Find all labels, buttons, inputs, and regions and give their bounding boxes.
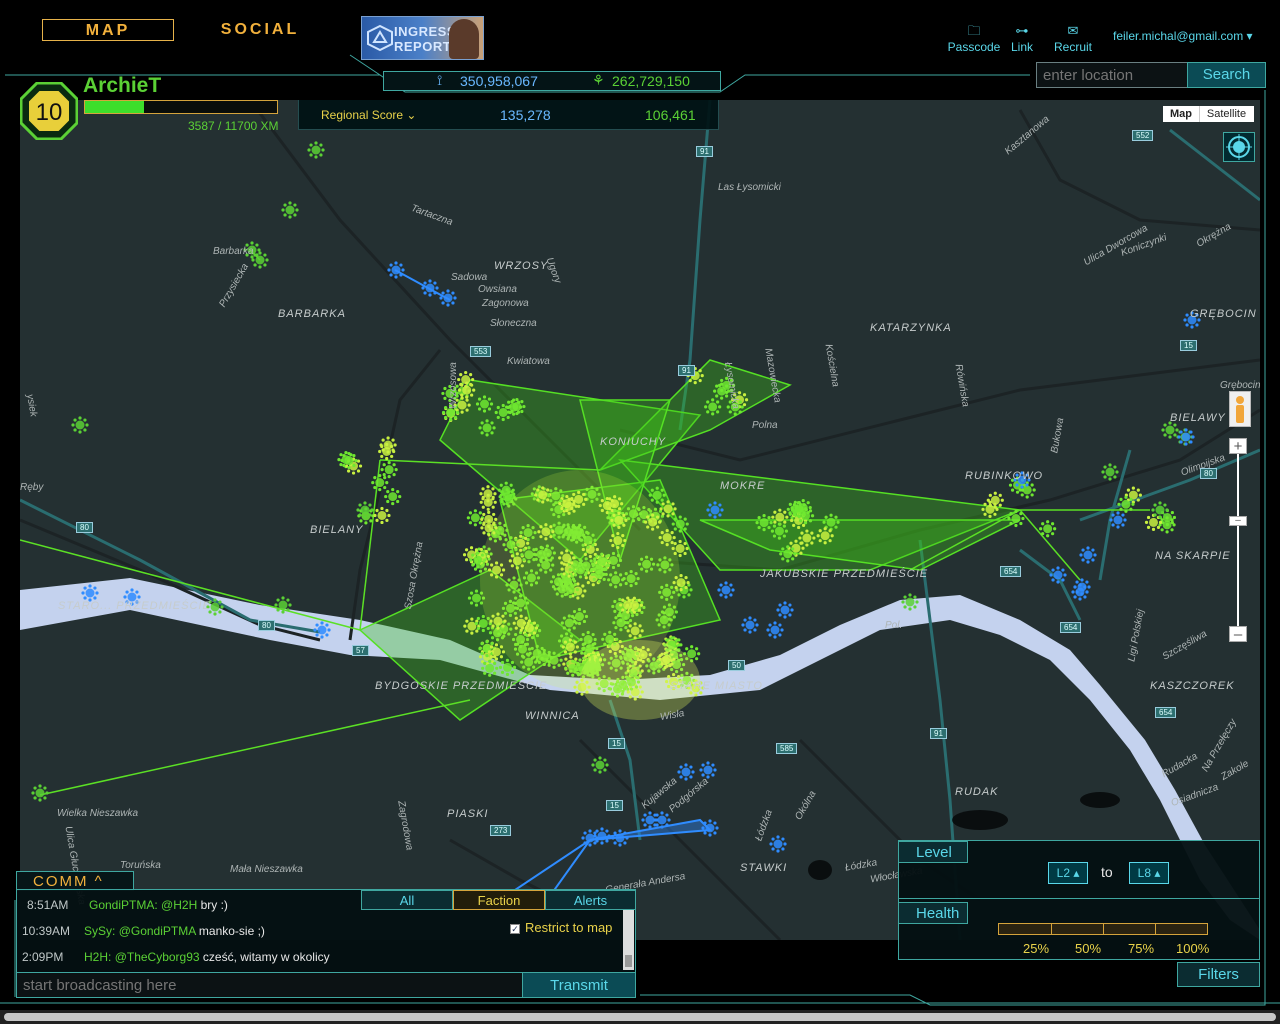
briefcase-icon: 🗀 xyxy=(967,23,981,38)
message-time: 2:09PM xyxy=(22,950,64,964)
comm-message: 10:39AM SySy: @GondiPTMA manko-sie ;) xyxy=(22,924,265,938)
agent-name: ArchieT xyxy=(83,74,162,97)
health-mark-50: 50% xyxy=(1075,941,1102,956)
comm-tab-faction[interactable]: Faction xyxy=(453,890,545,910)
message-mention[interactable]: @TheCyborg93 xyxy=(115,950,200,964)
map-type-control: Map Satellite xyxy=(1163,106,1254,122)
checkbox-checked-icon[interactable]: ✓ xyxy=(510,923,520,934)
recruit-label: Recruit xyxy=(1053,40,1092,54)
level-filter-tab[interactable]: Level xyxy=(898,841,968,863)
panel-divider xyxy=(898,898,1260,899)
regional-enlightened-score: 106,461 xyxy=(645,107,696,123)
message-time: 8:51AM xyxy=(27,898,69,912)
regional-score-toggle[interactable]: Regional Score ⌄ xyxy=(321,108,416,122)
ingress-report-banner[interactable]: INGRESS REPORT xyxy=(361,16,484,60)
global-resistance-score: 350,958,067 xyxy=(460,73,538,89)
message-nick[interactable]: GondiPTMA: xyxy=(89,898,158,912)
user-menu[interactable]: feiler.michal@gmail.com ▾ xyxy=(1113,29,1253,43)
link-icon: ⊶ xyxy=(1015,23,1029,38)
zoom-out-button[interactable]: – xyxy=(1229,626,1247,642)
crosshair-icon xyxy=(1226,134,1252,160)
passcode-link[interactable]: 🗀 Passcode xyxy=(947,23,1001,55)
level-from-select[interactable]: L2 ▴ xyxy=(1048,862,1088,884)
pegman-icon xyxy=(1236,396,1244,423)
health-mark-25: 25% xyxy=(1023,941,1050,956)
health-mark-75: 75% xyxy=(1128,941,1155,956)
message-nick[interactable]: SySy: xyxy=(84,924,115,938)
xm-bar xyxy=(84,100,278,114)
street-view-pegman[interactable] xyxy=(1229,391,1251,427)
filters-button[interactable]: Filters xyxy=(1177,962,1260,987)
message-time: 10:39AM xyxy=(22,924,71,938)
comm-scrollbar-thumb[interactable] xyxy=(625,955,632,967)
agent-level: 10 xyxy=(36,99,63,126)
comm-tab[interactable]: COMM ^ xyxy=(16,871,134,891)
message-nick[interactable]: H2H: xyxy=(84,950,111,964)
nav-social-tab[interactable]: SOCIAL xyxy=(205,19,315,41)
location-search-input[interactable] xyxy=(1036,62,1188,88)
zoom-slider-handle[interactable]: – xyxy=(1229,516,1247,526)
broadcast-input[interactable] xyxy=(16,972,523,998)
ingress-logo-icon xyxy=(367,24,393,52)
nav-map-tab[interactable]: MAP xyxy=(42,19,174,41)
zoom-in-button[interactable]: + xyxy=(1229,438,1247,454)
level-to-label: to xyxy=(1101,864,1113,880)
satellite-type-button[interactable]: Satellite xyxy=(1199,106,1253,122)
restrict-label: Restrict to map xyxy=(525,920,613,935)
comm-message: 8:51AM GondiPTMA: @H2H bry :) xyxy=(27,898,228,912)
regional-resistance-score: 135,278 xyxy=(500,107,551,123)
comm-tab-all[interactable]: All xyxy=(361,890,453,910)
scrollbar-thumb[interactable] xyxy=(4,1013,1276,1021)
agent-level-badge: 10 xyxy=(20,82,78,140)
xm-readout: 3587 / 11700 XM xyxy=(188,119,279,133)
level-to-select[interactable]: L8 ▴ xyxy=(1129,862,1169,884)
zoom-control: + – – xyxy=(1229,438,1249,648)
page-horizontal-scrollbar[interactable] xyxy=(0,1010,1280,1024)
report-title-line2: REPORT xyxy=(394,39,452,54)
search-button[interactable]: Search xyxy=(1187,62,1266,88)
map-type-button[interactable]: Map xyxy=(1163,106,1199,122)
passcode-label: Passcode xyxy=(947,40,1001,54)
transmit-button[interactable]: Transmit xyxy=(522,972,636,998)
comm-tab-alerts[interactable]: Alerts xyxy=(545,890,636,910)
enlightened-icon: ⚘ xyxy=(592,72,605,88)
report-title-line1: INGRESS xyxy=(394,24,457,39)
xm-bar-fill xyxy=(85,101,144,113)
health-mark-100: 100% xyxy=(1176,941,1210,956)
link-label: Link xyxy=(1010,40,1033,54)
zoom-slider-track[interactable] xyxy=(1237,454,1239,626)
envelope-icon: ✉ xyxy=(1067,23,1079,38)
message-text: manko-sie ;) xyxy=(195,924,265,938)
message-text: cześć, witamy w okolicy xyxy=(199,950,330,964)
message-mention[interactable]: @H2H xyxy=(161,898,197,912)
message-text: bry :) xyxy=(197,898,228,912)
link-link[interactable]: ⊶ Link xyxy=(1007,23,1037,55)
comm-message: 2:09PM H2H: @TheCyborg93 cześć, witamy w … xyxy=(22,950,330,964)
restrict-to-map-toggle[interactable]: ✓ Restrict to map xyxy=(510,920,612,935)
comm-scrollbar[interactable] xyxy=(623,910,634,970)
locate-me-button[interactable] xyxy=(1223,132,1255,162)
health-slider[interactable] xyxy=(998,923,1208,935)
presenter-portrait xyxy=(449,19,479,59)
recruit-link[interactable]: ✉ Recruit xyxy=(1050,23,1096,55)
message-mention[interactable]: @GondiPTMA xyxy=(119,924,196,938)
resistance-icon: ⟟ xyxy=(437,72,443,88)
global-enlightened-score: 262,729,150 xyxy=(612,73,690,89)
health-filter-tab[interactable]: Health xyxy=(898,902,968,924)
